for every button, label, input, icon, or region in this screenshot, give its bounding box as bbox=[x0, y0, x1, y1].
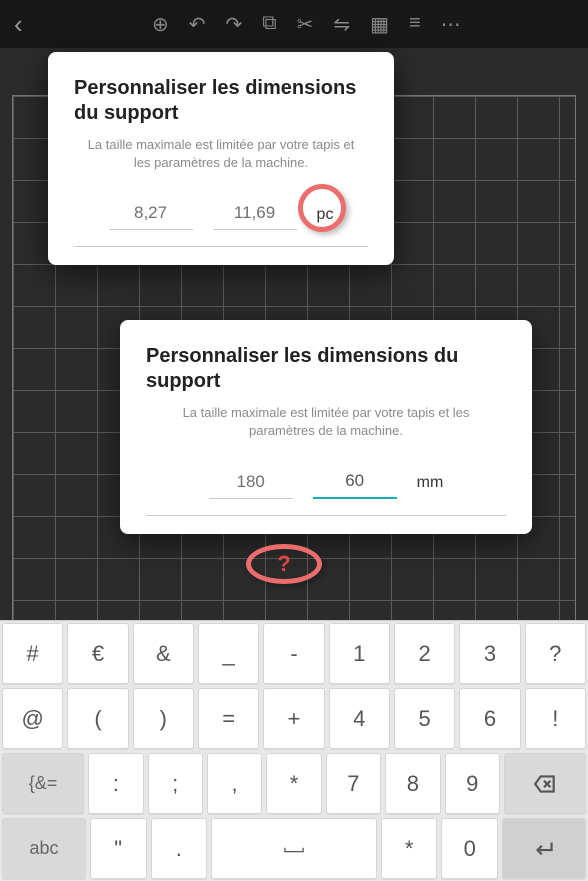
dialog-subtitle: La taille maximale est limitée par votre… bbox=[152, 404, 500, 439]
key-asterisk2[interactable]: * bbox=[381, 818, 438, 879]
align-icon[interactable]: ≡ bbox=[409, 12, 421, 37]
more-icon[interactable]: ⋯ bbox=[441, 12, 461, 37]
soft-keyboard: # € & _ - 1 2 3 ? @ ( ) = + 4 5 6 ! {&= … bbox=[0, 620, 588, 881]
crop-icon[interactable]: ✂ bbox=[297, 12, 314, 37]
app-screen: ‹ ⊕ ↶ ↷ ⧉ ✂ ⇋ ▦ ≡ ⋯ Personnaliser les di… bbox=[0, 0, 588, 881]
dimension-row: pc bbox=[74, 199, 368, 230]
key-lparen[interactable]: ( bbox=[67, 688, 128, 749]
key-space[interactable] bbox=[211, 818, 377, 879]
key-4[interactable]: 4 bbox=[329, 688, 390, 749]
key-dquote[interactable]: " bbox=[90, 818, 147, 879]
key-7[interactable]: 7 bbox=[326, 753, 381, 814]
unit-toggle[interactable]: pc bbox=[317, 206, 334, 224]
height-input[interactable] bbox=[213, 199, 297, 230]
key-2[interactable]: 2 bbox=[394, 623, 455, 684]
key-hash[interactable]: # bbox=[2, 623, 63, 684]
key-comma[interactable]: , bbox=[207, 753, 262, 814]
flip-icon[interactable]: ⇋ bbox=[333, 12, 350, 37]
dimension-row: mm bbox=[146, 467, 506, 499]
key-colon[interactable]: : bbox=[88, 753, 143, 814]
keyboard-row-1: # € & _ - 1 2 3 ? bbox=[0, 621, 588, 686]
key-backspace[interactable] bbox=[504, 753, 586, 814]
key-5[interactable]: 5 bbox=[394, 688, 455, 749]
key-enter[interactable] bbox=[502, 818, 586, 879]
dialog-divider bbox=[74, 246, 368, 247]
width-input[interactable] bbox=[109, 199, 193, 230]
key-euro[interactable]: € bbox=[67, 623, 128, 684]
key-symbols-page[interactable]: {&= bbox=[2, 753, 84, 814]
key-underscore[interactable]: _ bbox=[198, 623, 259, 684]
backspace-icon bbox=[532, 771, 558, 797]
dialog-title: Personnaliser les dimensions du support bbox=[74, 76, 368, 126]
key-period[interactable]: . bbox=[151, 818, 208, 879]
key-semicolon[interactable]: ; bbox=[148, 753, 203, 814]
height-input[interactable] bbox=[313, 467, 397, 499]
key-at[interactable]: @ bbox=[2, 688, 63, 749]
keyboard-row-2: @ ( ) = + 4 5 6 ! bbox=[0, 686, 588, 751]
keyboard-row-4: abc " . * 0 bbox=[0, 816, 588, 881]
dialog-title: Personnaliser les dimensions du support bbox=[146, 344, 506, 394]
key-0[interactable]: 0 bbox=[441, 818, 498, 879]
key-8[interactable]: 8 bbox=[385, 753, 440, 814]
key-equals[interactable]: = bbox=[198, 688, 259, 749]
key-1[interactable]: 1 bbox=[329, 623, 390, 684]
custom-dimensions-dialog-inches: Personnaliser les dimensions du support … bbox=[48, 52, 394, 265]
key-abc[interactable]: abc bbox=[2, 818, 86, 879]
add-icon[interactable]: ⊕ bbox=[152, 12, 169, 37]
key-3[interactable]: 3 bbox=[459, 623, 520, 684]
unit-label: mm bbox=[417, 474, 444, 492]
key-exclaim[interactable]: ! bbox=[525, 688, 586, 749]
layers-icon[interactable]: ▦ bbox=[370, 12, 389, 37]
dialog-subtitle: La taille maximale est limitée par votre… bbox=[80, 136, 362, 171]
key-plus[interactable]: + bbox=[263, 688, 324, 749]
width-input[interactable] bbox=[209, 468, 293, 499]
key-6[interactable]: 6 bbox=[459, 688, 520, 749]
enter-icon bbox=[531, 836, 557, 862]
copy-icon[interactable]: ⧉ bbox=[262, 12, 276, 37]
top-toolbar: ‹ ⊕ ↶ ↷ ⧉ ✂ ⇋ ▦ ≡ ⋯ bbox=[0, 0, 588, 48]
key-9[interactable]: 9 bbox=[445, 753, 500, 814]
key-minus[interactable]: - bbox=[263, 623, 324, 684]
custom-dimensions-dialog-mm: Personnaliser les dimensions du support … bbox=[120, 320, 532, 534]
redo-icon[interactable]: ↷ bbox=[226, 12, 243, 37]
key-rparen[interactable]: ) bbox=[133, 688, 194, 749]
undo-icon[interactable]: ↶ bbox=[189, 12, 206, 37]
back-button[interactable]: ‹ bbox=[6, 9, 31, 40]
space-icon bbox=[281, 836, 307, 862]
dialog-divider bbox=[146, 515, 506, 516]
toolbar-icons: ⊕ ↶ ↷ ⧉ ✂ ⇋ ▦ ≡ ⋯ bbox=[31, 12, 582, 37]
key-question[interactable]: ? bbox=[525, 623, 586, 684]
key-asterisk[interactable]: * bbox=[266, 753, 321, 814]
key-amp[interactable]: & bbox=[133, 623, 194, 684]
keyboard-row-3: {&= : ; , * 7 8 9 bbox=[0, 751, 588, 816]
